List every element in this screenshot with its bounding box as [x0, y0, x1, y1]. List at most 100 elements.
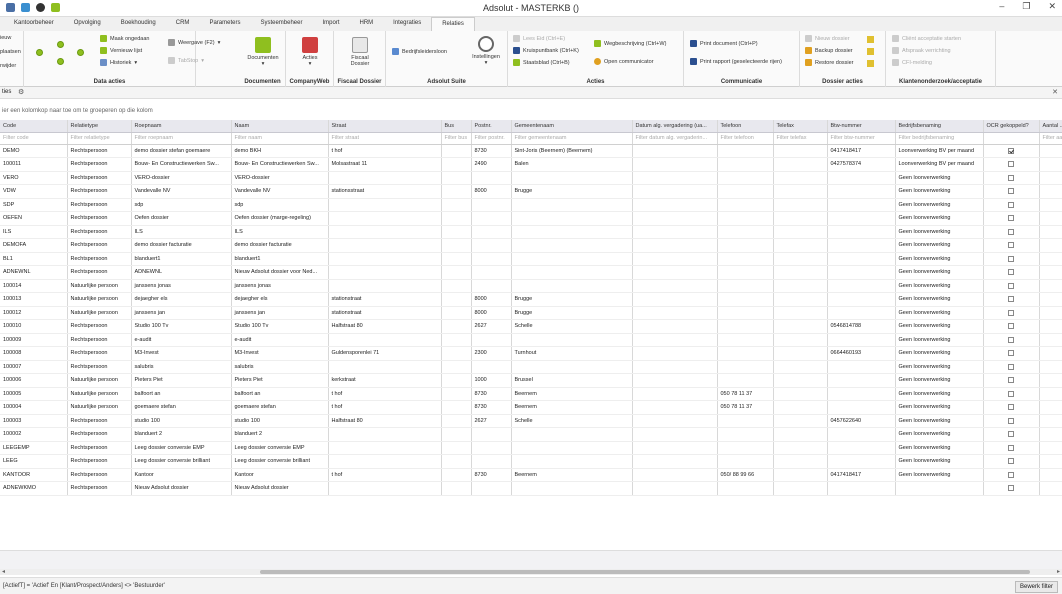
- table-row[interactable]: 100011 Rechtspersoon Bouw- En Constructiew…: [0, 157, 1062, 172]
- column-header[interactable]: Btw-nummer: [827, 120, 896, 133]
- column-header[interactable]: Code: [0, 120, 68, 133]
- backup-dossier-button[interactable]: Backup dossier: [805, 47, 853, 54]
- table-row[interactable]: ADNEWNL Rechtspersoon ADNEWNL Nieuw Adsolut…: [0, 265, 1062, 280]
- column-header[interactable]: Bedrijfsbenaming: [895, 120, 984, 133]
- ocr-checkbox[interactable]: [1008, 147, 1014, 154]
- tab-import[interactable]: Import: [312, 17, 349, 31]
- history-button[interactable]: Historiek ▾: [100, 59, 137, 66]
- ocr-checkbox[interactable]: [1008, 417, 1014, 424]
- ocr-checkbox[interactable]: [1008, 282, 1014, 289]
- table-row[interactable]: KANTOOR Rechtspersoon Kantoor Kantoor t hof 8…: [0, 468, 1062, 482]
- lock-icon[interactable]: [867, 36, 874, 43]
- horizontal-scrollbar[interactable]: ◂ ▸: [0, 569, 1062, 575]
- ocr-checkbox[interactable]: [1008, 485, 1014, 492]
- tab-hrm[interactable]: HRM: [350, 17, 384, 31]
- filter-cell[interactable]: Filter datum alg. vergaderin...: [632, 132, 718, 145]
- table-row[interactable]: 100004 Natuurlijke persoon goemaere stefan…: [0, 400, 1062, 415]
- refresh-list-button[interactable]: Vernieuw lijst: [100, 47, 142, 54]
- ocr-checkbox[interactable]: [1008, 296, 1014, 303]
- table-row[interactable]: 100009 Rechtspersoon e-audit e-audit Geen lo…: [0, 333, 1062, 347]
- directions-button[interactable]: Wegbeschrijving (Ctrl+W): [594, 40, 666, 47]
- ocr-checkbox[interactable]: [1008, 255, 1014, 262]
- column-header[interactable]: Naam: [231, 120, 329, 133]
- filter-cell[interactable]: Filter roepnaam: [131, 132, 232, 145]
- ribbon-place-button[interactable]: plaatsen: [0, 49, 21, 55]
- restore-icon[interactable]: ❐: [1022, 1, 1030, 12]
- filter-cell[interactable]: Filter telefax: [773, 132, 828, 145]
- restore-dossier-button[interactable]: Restore dossier: [805, 59, 854, 66]
- minimize-icon[interactable]: –: [999, 1, 1004, 12]
- ocr-checkbox[interactable]: [1008, 336, 1014, 343]
- director-salary-button[interactable]: Bedrijfsleidersloon: [392, 48, 447, 55]
- ocr-checkbox[interactable]: [1008, 188, 1014, 195]
- close-icon[interactable]: ✕: [1052, 88, 1058, 96]
- column-header[interactable]: Straat: [328, 120, 442, 133]
- ocr-checkbox[interactable]: [1008, 350, 1014, 357]
- table-row[interactable]: 100007 Rechtspersoon salubris salubris Geen …: [0, 360, 1062, 374]
- filter-cell[interactable]: Filter naam: [231, 132, 329, 145]
- ocr-checkbox[interactable]: [1008, 269, 1014, 276]
- ocr-checkbox[interactable]: [1008, 458, 1014, 465]
- table-row[interactable]: BL1 Rechtspersoon blanduert1 blanduert1 Geen…: [0, 252, 1062, 266]
- fiscal-dossier-button[interactable]: Fiscaal Dossier: [340, 37, 380, 67]
- lock-icon[interactable]: [867, 60, 874, 67]
- column-header[interactable]: Roepnaam: [131, 120, 232, 133]
- table-row[interactable]: ILS Rechtspersoon ILS ILS Geen loonverwerkin…: [0, 225, 1062, 239]
- status-green-icon[interactable]: [57, 41, 64, 48]
- tab-boekhouding[interactable]: Boekhouding: [111, 17, 166, 31]
- read-eid-button[interactable]: Lees Eid (Ctrl+E): [513, 35, 565, 42]
- tab-integraties[interactable]: Integraties: [383, 17, 431, 31]
- table-row[interactable]: VERO Rechtspersoon VERO-dossier VERO-dossie…: [0, 171, 1062, 185]
- filter-cell[interactable]: Filter straat: [328, 132, 442, 145]
- ocr-checkbox[interactable]: [1008, 377, 1014, 384]
- ribbon-delete-button[interactable]: rwijder: [0, 63, 16, 69]
- table-row[interactable]: ADNEWKMO Rechtspersoon Nieuw Adsolut dossi…: [0, 481, 1062, 496]
- ocr-checkbox[interactable]: [1008, 201, 1014, 208]
- filter-cell[interactable]: Filter aa: [1039, 132, 1062, 145]
- filter-cell[interactable]: Filter btw-nummer: [827, 132, 896, 145]
- undo-button[interactable]: Maak ongedaan: [100, 35, 149, 42]
- table-row[interactable]: 100013 Natuurlijke persoon dejaegher els de…: [0, 292, 1062, 307]
- table-row[interactable]: 100008 Rechtspersoon M3-Invest M3-Invest Gul…: [0, 346, 1062, 361]
- tab-kantoorbeheer[interactable]: Kantoorbeheer: [4, 17, 64, 31]
- column-header[interactable]: Aantal ...: [1039, 120, 1062, 133]
- ocr-checkbox[interactable]: [1008, 161, 1014, 168]
- document-tab-label[interactable]: ties: [2, 89, 11, 95]
- print-report-button[interactable]: Print rapport (geselecteerde rijen): [690, 58, 782, 65]
- status-green-icon[interactable]: [36, 49, 43, 56]
- tab-parameters[interactable]: Parameters: [199, 17, 250, 31]
- new-dossier-button[interactable]: Nieuw dossier: [805, 35, 850, 42]
- tabstop-dropdown[interactable]: TabStop ▾: [168, 57, 204, 64]
- crossroads-bank-button[interactable]: Kruispuntbank (Ctrl+K): [513, 47, 579, 54]
- ocr-checkbox[interactable]: [1008, 323, 1014, 330]
- state-gazette-button[interactable]: Staatsblad (Ctrl+B): [513, 59, 570, 66]
- view-dropdown[interactable]: Weergave (F2) ▾: [168, 39, 220, 46]
- cfi-report-button[interactable]: CFI-melding: [892, 59, 932, 66]
- print-document-button[interactable]: Print document (Ctrl+P): [690, 40, 758, 47]
- column-header[interactable]: Postnr.: [471, 120, 512, 133]
- table-row[interactable]: 100002 Rechtspersoon blanduert 2 blanduert …: [0, 427, 1062, 442]
- table-row[interactable]: 100003 Rechtspersoon studio 100 studio 100 H…: [0, 414, 1062, 428]
- ribbon-new-button[interactable]: ieuw: [0, 35, 11, 41]
- table-row[interactable]: 100014 Natuurlijke persoon janssens jonas j…: [0, 279, 1062, 293]
- filter-cell[interactable]: Filter relatietype: [67, 132, 132, 145]
- table-row[interactable]: 100005 Natuurlijke persoon balfoort an balf…: [0, 387, 1062, 401]
- column-header[interactable]: Relatietype: [67, 120, 132, 133]
- close-icon[interactable]: ✕: [1048, 1, 1056, 12]
- scroll-left-icon[interactable]: ◂: [2, 568, 5, 575]
- ocr-checkbox[interactable]: [1008, 228, 1014, 235]
- table-row[interactable]: SDP Rechtspersoon sdp sdp Geen loonverwerkin…: [0, 198, 1062, 212]
- tab-opvolging[interactable]: Opvolging: [64, 17, 111, 31]
- ocr-checkbox[interactable]: [1008, 363, 1014, 370]
- ocr-checkbox[interactable]: [1008, 431, 1014, 438]
- edit-filter-button[interactable]: Bewerk filter: [1014, 581, 1058, 593]
- filter-cell[interactable]: Filter bedrijfsbenaming: [895, 132, 984, 145]
- status-green-icon[interactable]: [57, 58, 64, 65]
- ocr-checkbox[interactable]: [1008, 390, 1014, 397]
- ocr-checkbox[interactable]: [1008, 444, 1014, 451]
- ocr-checkbox[interactable]: [1008, 215, 1014, 222]
- filter-cell[interactable]: Filter gemeentenaam: [511, 132, 633, 145]
- lock-icon[interactable]: [867, 48, 874, 55]
- table-row[interactable]: 100012 Natuurlijke persoon janssens jan jan…: [0, 306, 1062, 320]
- filter-cell[interactable]: Filter telefoon: [717, 132, 774, 145]
